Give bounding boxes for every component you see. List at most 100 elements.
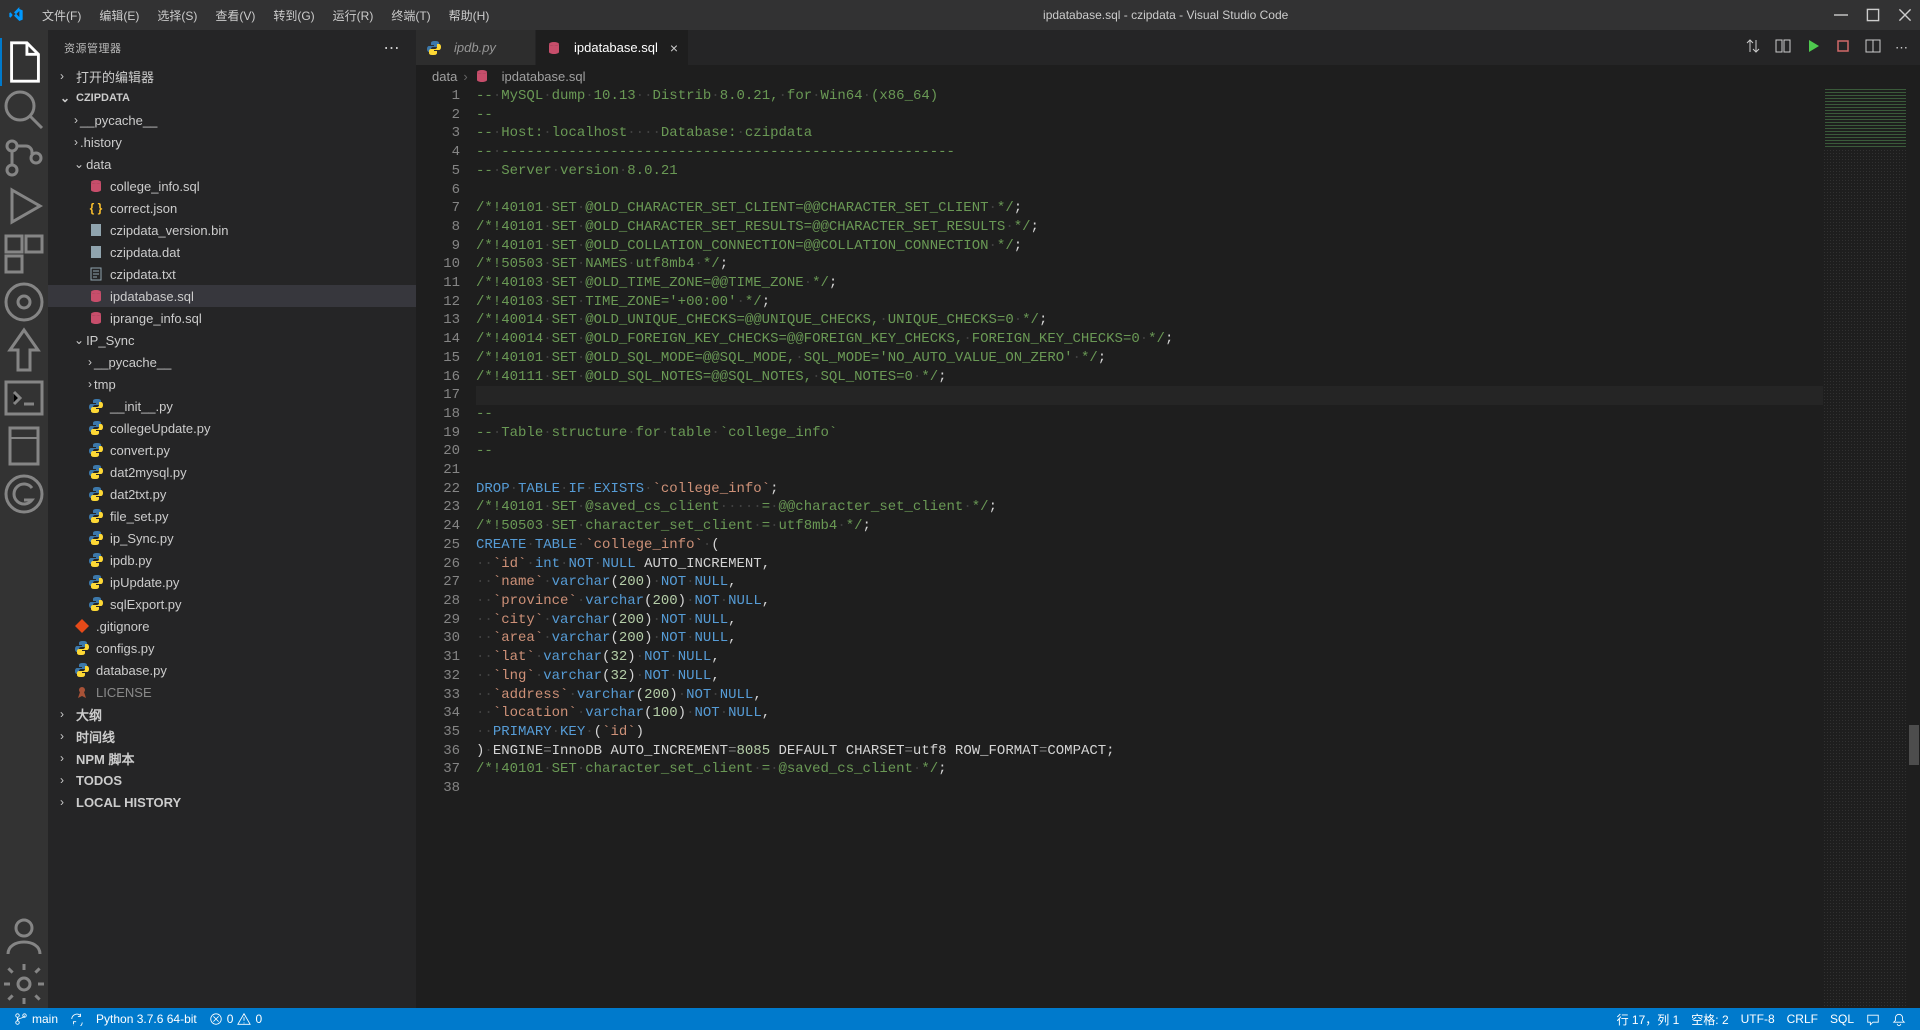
- explorer-icon[interactable]: [0, 38, 48, 86]
- code-line[interactable]: /*!40111·SET·@OLD_SQL_NOTES=@@SQL_NOTES,…: [476, 368, 1823, 387]
- editor-tab[interactable]: ipdatabase.sql×: [536, 30, 689, 65]
- section-todos[interactable]: ›TODOS: [48, 769, 416, 791]
- code-line[interactable]: --·Table·structure·for·table·`college_in…: [476, 424, 1823, 443]
- code-line[interactable]: /*!40101·SET·@OLD_COLLATION_CONNECTION=@…: [476, 237, 1823, 256]
- feedback-icon[interactable]: [1860, 1011, 1886, 1028]
- code-editor[interactable]: 1234567891011121314151617181920212223242…: [416, 87, 1920, 1008]
- file-item[interactable]: iprange_info.sql: [48, 307, 416, 329]
- file-item[interactable]: { }correct.json: [48, 197, 416, 219]
- editor-tab[interactable]: ipdb.py: [416, 30, 536, 65]
- code-line[interactable]: [476, 181, 1823, 200]
- section-npm[interactable]: ›NPM 脚本: [48, 747, 416, 769]
- problems-indicator[interactable]: 0 0: [203, 1012, 268, 1026]
- file-item[interactable]: __init__.py: [48, 395, 416, 417]
- menu-item[interactable]: 帮助(H): [441, 3, 498, 28]
- split-icon[interactable]: [1865, 38, 1881, 57]
- menu-item[interactable]: 查看(V): [207, 3, 263, 28]
- code-line[interactable]: --: [476, 106, 1823, 125]
- file-item[interactable]: sqlExport.py: [48, 593, 416, 615]
- code-line[interactable]: ··`lng`·varchar(32)·NOT·NULL,: [476, 667, 1823, 686]
- file-item[interactable]: configs.py: [48, 637, 416, 659]
- menu-item[interactable]: 转到(G): [265, 3, 322, 28]
- file-item[interactable]: czipdata_version.bin: [48, 219, 416, 241]
- file-item[interactable]: database.py: [48, 659, 416, 681]
- sync-icon[interactable]: [64, 1012, 90, 1026]
- code-line[interactable]: ··PRIMARY·KEY·(`id`): [476, 723, 1823, 742]
- code-line[interactable]: ··`id`·int·NOT·NULL AUTO_INCREMENT,: [476, 555, 1823, 574]
- code-line[interactable]: --·MySQL·dump·10.13··Distrib·8.0.21,·for…: [476, 87, 1823, 106]
- code-line[interactable]: /*!50503·SET·character_set_client·=·utf8…: [476, 517, 1823, 536]
- close-icon[interactable]: ×: [670, 40, 678, 56]
- file-item[interactable]: ipdatabase.sql: [48, 285, 416, 307]
- extensions-icon[interactable]: [0, 230, 48, 278]
- folder-item[interactable]: ⌄data: [48, 153, 416, 175]
- source-control-icon[interactable]: [0, 134, 48, 182]
- code-line[interactable]: [476, 461, 1823, 480]
- file-item[interactable]: convert.py: [48, 439, 416, 461]
- code-line[interactable]: /*!40101·SET·@saved_cs_client·····=·@@ch…: [476, 498, 1823, 517]
- code-line[interactable]: ··`city`·varchar(200)·NOT·NULL,: [476, 611, 1823, 630]
- menu-item[interactable]: 选择(S): [149, 3, 205, 28]
- bell-icon[interactable]: [1886, 1011, 1912, 1028]
- remote-icon[interactable]: [0, 278, 48, 326]
- file-item[interactable]: collegeUpdate.py: [48, 417, 416, 439]
- file-item[interactable]: ipUpdate.py: [48, 571, 416, 593]
- code-line[interactable]: /*!40101·SET·@OLD_CHARACTER_SET_CLIENT=@…: [476, 199, 1823, 218]
- indentation[interactable]: 空格: 2: [1685, 1011, 1734, 1028]
- more-icon[interactable]: ⋯: [384, 38, 401, 58]
- file-item[interactable]: czipdata.txt: [48, 263, 416, 285]
- menu-item[interactable]: 运行(R): [325, 3, 382, 28]
- maximize-icon[interactable]: [1866, 8, 1880, 22]
- section-outline[interactable]: ›大纲: [48, 703, 416, 725]
- close-icon[interactable]: [1898, 8, 1912, 22]
- code-content[interactable]: --·MySQL·dump·10.13··Distrib·8.0.21,·for…: [476, 87, 1823, 1008]
- code-line[interactable]: ··`province`·varchar(200)·NOT·NULL,: [476, 592, 1823, 611]
- cursor-position[interactable]: 行 17，列 1: [1611, 1011, 1686, 1028]
- python-version[interactable]: Python 3.7.6 64-bit: [90, 1012, 203, 1026]
- code-line[interactable]: )·ENGINE=InnoDB AUTO_INCREMENT=8085 DEFA…: [476, 742, 1823, 761]
- code-line[interactable]: /*!40101·SET·@OLD_CHARACTER_SET_RESULTS=…: [476, 218, 1823, 237]
- folder-item[interactable]: ⌄IP_Sync: [48, 329, 416, 351]
- scroll-thumb[interactable]: [1909, 725, 1919, 765]
- file-item[interactable]: file_set.py: [48, 505, 416, 527]
- folder-item[interactable]: ›.history: [48, 131, 416, 153]
- minimize-icon[interactable]: [1834, 8, 1848, 22]
- code-line[interactable]: /*!50503·SET·NAMES·utf8mb4·*/;: [476, 255, 1823, 274]
- code-line[interactable]: CREATE·TABLE·`college_info`·(: [476, 536, 1823, 555]
- section-local-history[interactable]: ›LOCAL HISTORY: [48, 791, 416, 813]
- menu-item[interactable]: 文件(F): [34, 3, 89, 28]
- code-line[interactable]: /*!40014·SET·@OLD_FOREIGN_KEY_CHECKS=@@F…: [476, 330, 1823, 349]
- file-item[interactable]: ipdb.py: [48, 549, 416, 571]
- code-line[interactable]: --: [476, 442, 1823, 461]
- debug-icon[interactable]: [0, 182, 48, 230]
- menu-item[interactable]: 编辑(E): [91, 3, 147, 28]
- diff-icon[interactable]: [1775, 38, 1791, 57]
- file-item[interactable]: LICENSE: [48, 681, 416, 703]
- language-mode[interactable]: SQL: [1824, 1011, 1860, 1028]
- file-item[interactable]: college_info.sql: [48, 175, 416, 197]
- stop-icon[interactable]: [1835, 38, 1851, 57]
- section-timeline[interactable]: ›时间线: [48, 725, 416, 747]
- breadcrumb-item[interactable]: data: [432, 69, 457, 84]
- code-line[interactable]: ··`location`·varchar(100)·NOT·NULL,: [476, 704, 1823, 723]
- code-line[interactable]: [476, 779, 1823, 798]
- code-line[interactable]: --: [476, 405, 1823, 424]
- tree-icon[interactable]: [0, 326, 48, 374]
- grammarly-icon[interactable]: [0, 470, 48, 518]
- terminal-icon[interactable]: [0, 374, 48, 422]
- code-line[interactable]: /*!40014·SET·@OLD_UNIQUE_CHECKS=@@UNIQUE…: [476, 311, 1823, 330]
- code-line[interactable]: /*!40101·SET·@OLD_SQL_MODE=@@SQL_MODE,·S…: [476, 349, 1823, 368]
- code-line[interactable]: --·-------------------------------------…: [476, 143, 1823, 162]
- scrollbar[interactable]: [1906, 65, 1920, 1008]
- code-line[interactable]: [476, 386, 1823, 405]
- menu-item[interactable]: 终端(T): [383, 3, 438, 28]
- code-line[interactable]: --·Host:·localhost····Database:·czipdata: [476, 124, 1823, 143]
- section-open-editors[interactable]: ›打开的编辑器: [48, 65, 416, 87]
- code-line[interactable]: ··`lat`·varchar(32)·NOT·NULL,: [476, 648, 1823, 667]
- code-line[interactable]: /*!40103·SET·TIME_ZONE='+00:00'·*/;: [476, 293, 1823, 312]
- breadcrumb[interactable]: data › ipdatabase.sql: [416, 65, 1920, 87]
- file-item[interactable]: czipdata.dat: [48, 241, 416, 263]
- settings-icon[interactable]: [0, 960, 48, 1008]
- file-item[interactable]: .gitignore: [48, 615, 416, 637]
- eol[interactable]: CRLF: [1781, 1011, 1824, 1028]
